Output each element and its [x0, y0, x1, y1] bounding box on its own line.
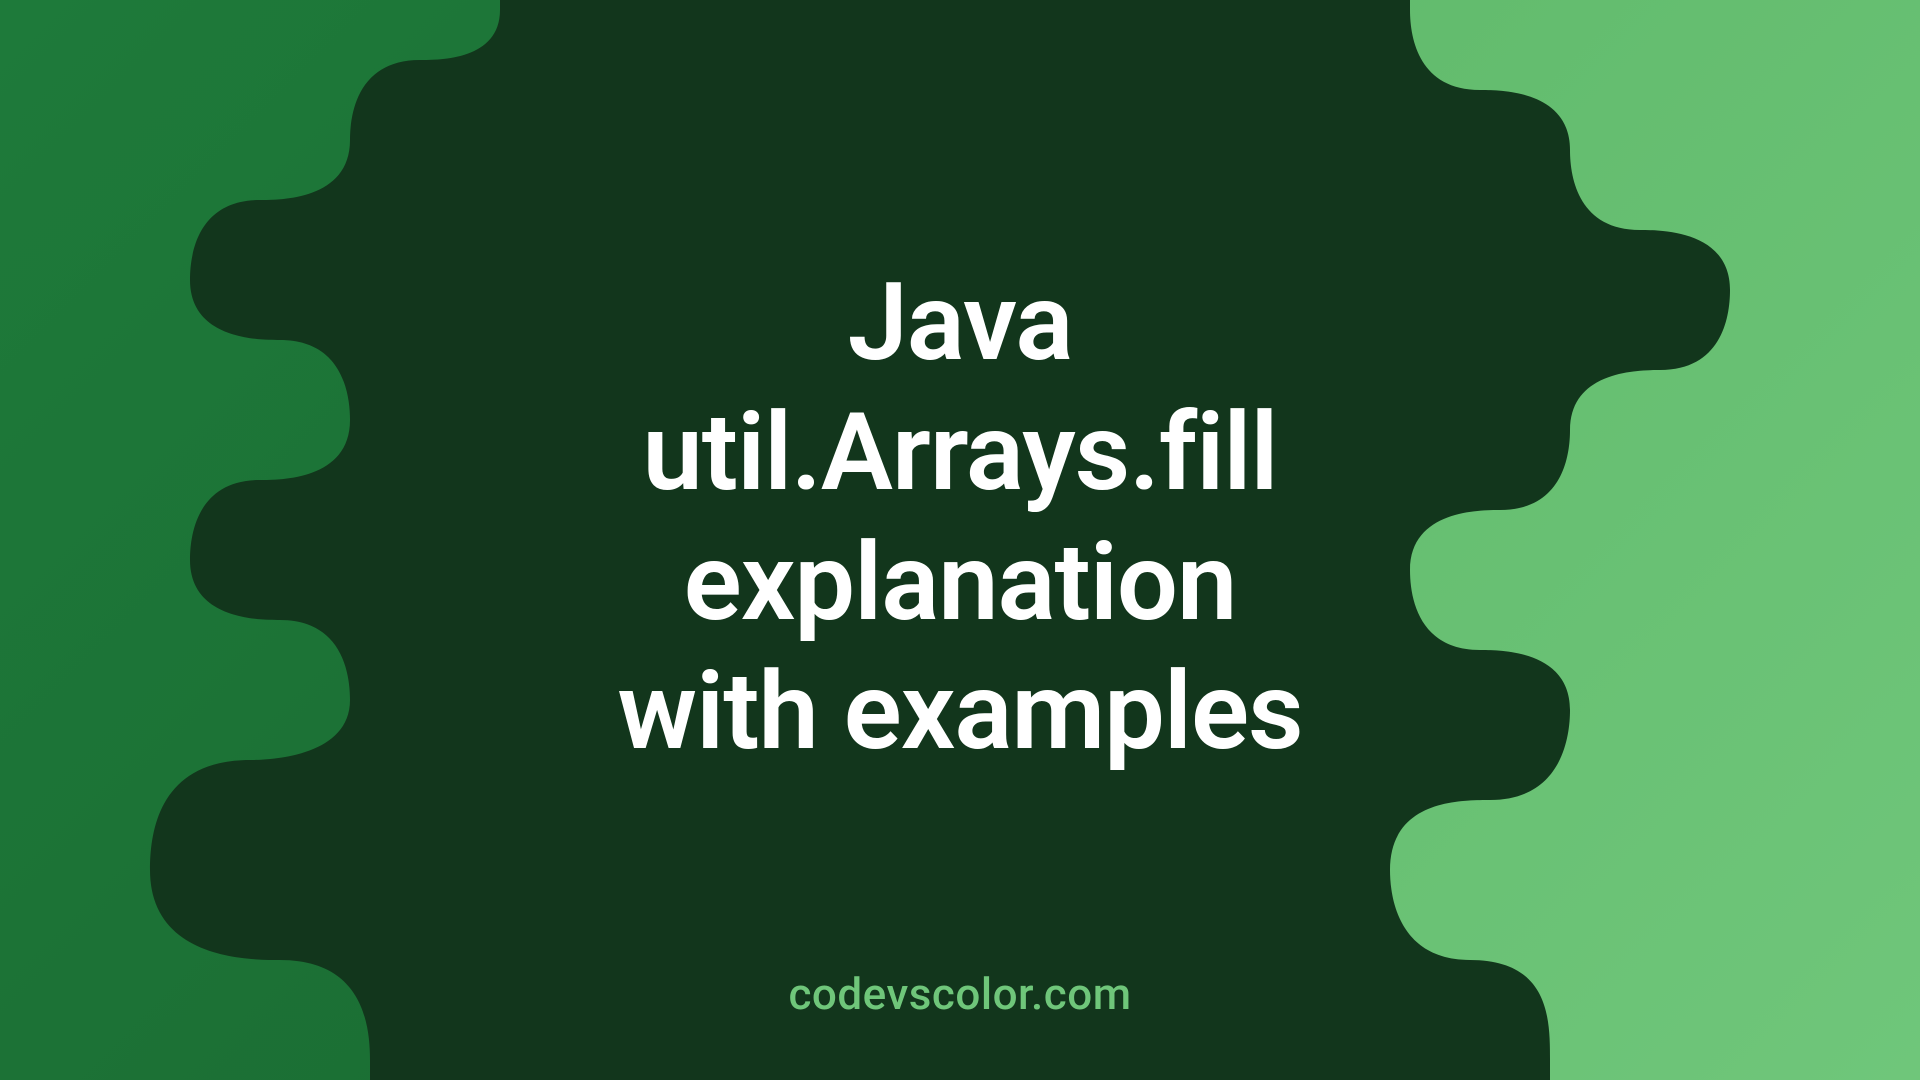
title-line-1: Java	[617, 259, 1302, 389]
title-line-2: util.Arrays.fill	[617, 389, 1302, 519]
title-line-3: explanation	[617, 518, 1302, 648]
title-line-4: with examples	[617, 648, 1302, 778]
banner-canvas: Java util.Arrays.fill explanation with e…	[0, 0, 1920, 1080]
brand-watermark: codevscolor.com	[788, 968, 1131, 1020]
banner-title: Java util.Arrays.fill explanation with e…	[617, 259, 1302, 777]
